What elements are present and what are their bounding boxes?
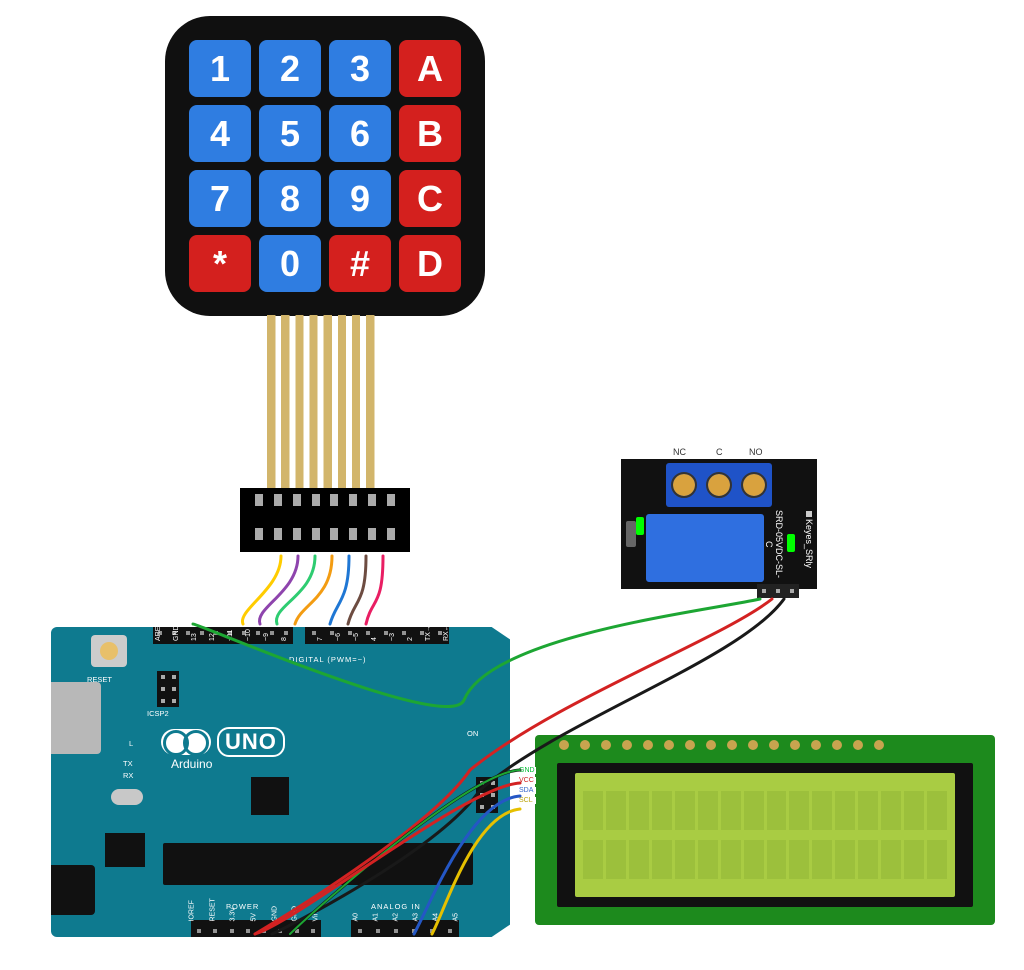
keypad-key-6[interactable]: 6 <box>329 105 391 162</box>
keypad-key-C[interactable]: C <box>399 170 461 227</box>
reset-label: RESET <box>87 675 112 684</box>
power-label: POWER <box>226 902 259 911</box>
icsp-header-2 <box>476 777 498 813</box>
keypad-ribbon-cable <box>267 315 385 490</box>
lcd-solder-pads <box>559 740 884 750</box>
icsp-header <box>157 671 179 707</box>
arduino-uno: RESET ICSP2 AREFGND1312~11~10~987~6~54~3… <box>51 627 510 937</box>
keypad-key-0[interactable]: 0 <box>259 235 321 292</box>
digital-pin-labels: AREFGND1312~11~10~987~6~54~32TX→1RX←0 <box>155 641 449 648</box>
power-pin-labels: IOREFRESET3.3V5VGNDGNDVin <box>189 915 319 922</box>
power-header <box>191 920 321 942</box>
digital-label: DIGITAL (PWM=~) <box>289 655 367 664</box>
keypad-key-3[interactable]: 3 <box>329 40 391 97</box>
keypad-key-7[interactable]: 7 <box>189 170 251 227</box>
relay-brand-label: Keyes_SRly <box>803 509 814 579</box>
usb-port <box>33 682 101 754</box>
keypad-keys: 123A 456B 789C *0#D <box>189 40 461 292</box>
keypad-header-connector <box>240 488 410 552</box>
circuit-diagram: 123A456B789C*0#D NC C NO SRD-05VDC-SL-C … <box>0 0 1024 970</box>
keypad-key-A[interactable]: A <box>399 40 461 97</box>
relay-term-c: C <box>716 447 723 457</box>
keypad-key-*[interactable]: * <box>189 235 251 292</box>
tx-label: TX <box>123 759 133 768</box>
analog-header <box>351 920 459 942</box>
keypad-key-B[interactable]: B <box>399 105 461 162</box>
atmega-secondary-chip <box>251 777 289 815</box>
crystal-oscillator <box>111 789 143 805</box>
relay-led-signal <box>787 534 795 552</box>
keypad-key-5[interactable]: 5 <box>259 105 321 162</box>
keypad-key-9[interactable]: 9 <box>329 170 391 227</box>
relay-term-nc: NC <box>673 447 686 457</box>
infinity-logo-icon <box>161 729 211 755</box>
keypad-4x4: 123A 456B 789C *0#D <box>165 16 485 316</box>
relay-screw-terminal <box>666 463 772 507</box>
relay-term-no: NO <box>749 447 763 457</box>
rx-label: RX <box>123 771 133 780</box>
keypad-key-2[interactable]: 2 <box>259 40 321 97</box>
model-label: UNO <box>217 727 285 757</box>
lcd-glass <box>575 773 955 897</box>
keypad-key-#[interactable]: # <box>329 235 391 292</box>
keypad-key-4[interactable]: 4 <box>189 105 251 162</box>
lcd-row-2 <box>583 840 947 879</box>
icsp2-label: ICSP2 <box>147 709 169 718</box>
arduino-brand: UNO <box>161 727 285 757</box>
keypad-key-8[interactable]: 8 <box>259 170 321 227</box>
relay-led-on <box>636 517 644 535</box>
relay-pin-hint: ON Led S + - <box>626 593 685 602</box>
analog-label: ANALOG IN <box>371 902 421 911</box>
analog-pin-labels: A0A1A2A3A4A5 <box>353 915 459 922</box>
relay-coil-block <box>646 514 764 582</box>
lcd-i2c-pin-labels: GND VCC SDA SCL <box>518 767 536 804</box>
lcd-16x2-i2c: GND VCC SDA SCL <box>535 735 995 925</box>
power-jack <box>37 865 95 915</box>
l-led-label: L <box>129 739 133 748</box>
relay-model-label: SRD-05VDC-SL-C <box>773 509 784 579</box>
relay-transistor <box>626 521 636 547</box>
lcd-row-1 <box>583 791 947 830</box>
lcd-frame <box>557 763 973 907</box>
atmega-main-chip <box>163 843 473 885</box>
relay-jumper <box>806 511 812 517</box>
keypad-key-D[interactable]: D <box>399 235 461 292</box>
keypad-key-1[interactable]: 1 <box>189 40 251 97</box>
on-led-label: ON <box>467 729 478 738</box>
reset-button[interactable] <box>91 635 127 667</box>
brand-label: Arduino <box>171 757 212 771</box>
relay-header-pins <box>757 584 799 598</box>
voltage-regulator <box>105 833 145 867</box>
relay-module: NC C NO SRD-05VDC-SL-C Keyes_SRly ON Led… <box>621 459 817 589</box>
